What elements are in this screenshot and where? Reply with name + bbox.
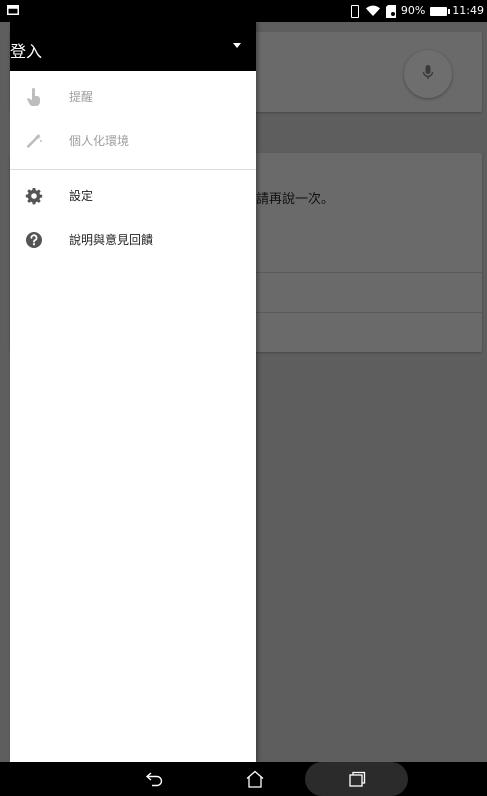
chevron-down-icon[interactable] [233,43,241,48]
back-button[interactable] [133,762,177,796]
home-icon [246,770,264,788]
sd-card-icon [385,4,396,18]
menu-item-reminders[interactable]: 提醒 [10,75,256,119]
menu-item-help-feedback[interactable]: 說明與意見回饋 [10,218,256,262]
back-icon [145,772,163,787]
help-icon [25,231,43,249]
wifi-icon [365,5,381,17]
sign-in-label: 登入 [10,42,43,61]
recent-apps-icon [348,771,365,787]
battery-icon [430,6,451,16]
screenshot-notification-icon [7,5,19,18]
status-icons: 90% 11:49 [348,4,484,18]
menu-item-label: 提醒 [69,90,94,104]
reminder-hand-icon [25,88,43,107]
menu-item-label: 設定 [69,189,94,203]
voice-retry-message: 請再說一次。 [256,192,335,207]
menu-item-settings[interactable]: 設定 [10,174,256,218]
magic-wand-icon [25,132,43,150]
system-nav-bar [0,762,487,796]
status-bar: 90% 11:49 [0,0,487,22]
gear-icon [25,187,43,205]
recent-apps-button[interactable] [305,762,408,796]
mic-icon [422,65,434,79]
menu-item-label: 個人化環境 [69,134,130,148]
vibrate-icon [348,5,360,18]
mic-button [404,50,452,98]
battery-percent: 90% [400,4,426,17]
account-header[interactable]: 登入 [10,22,256,71]
navigation-drawer: 登入 提醒 個人化環境 設定 說明與意見回饋 [10,22,256,762]
menu-item-label: 說明與意見回饋 [69,233,154,247]
clock: 11:49 [452,4,484,17]
home-button[interactable] [233,762,277,796]
menu-item-personalization[interactable]: 個人化環境 [10,119,256,163]
